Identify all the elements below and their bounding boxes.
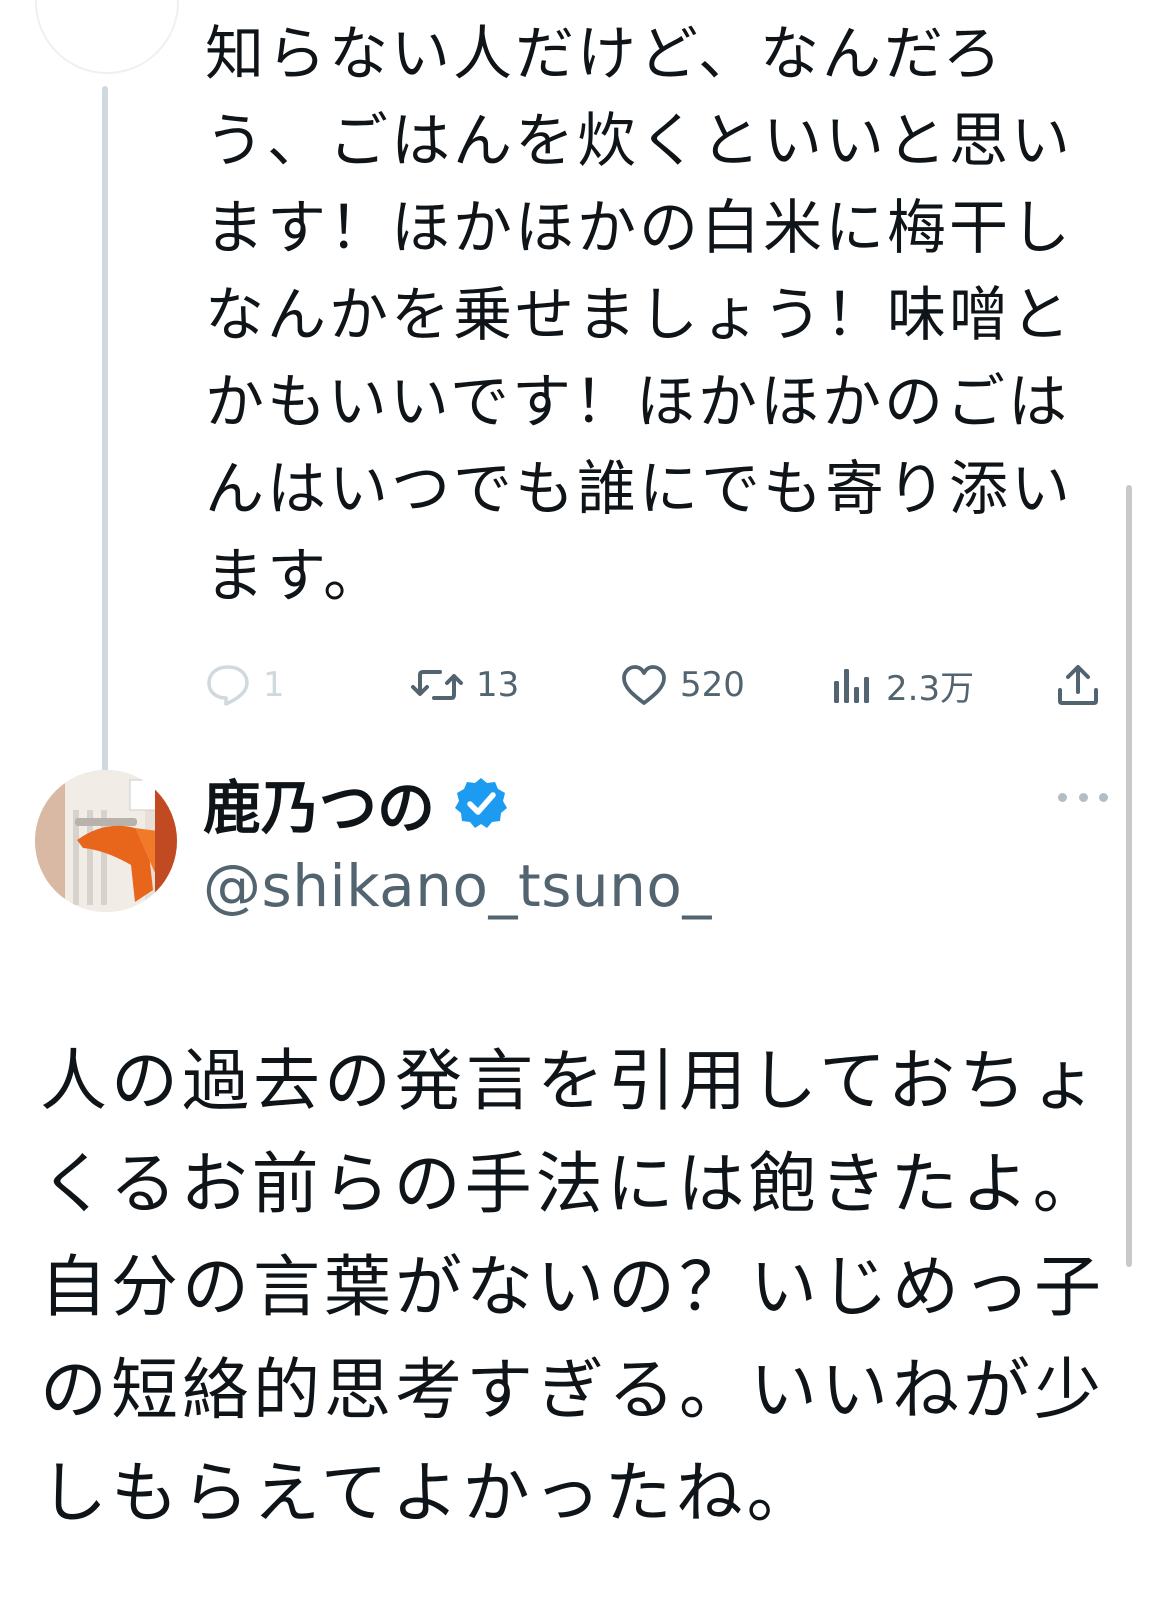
reply-tweet-text: 人の過去の発言を引用しておちょ くるお前らの手法には飽きたよ。 自分の言葉がないの？… [40, 1030, 1120, 1545]
reply-icon [205, 663, 251, 707]
retweet-button[interactable]: 13 [410, 655, 519, 715]
parent-tweet-text-line: なんかを乗せましょう！味噌と [205, 280, 1074, 349]
retweet-icon [410, 663, 464, 707]
parent-tweet-text-line: ます。 [205, 541, 386, 610]
reply-count: 1 [263, 665, 285, 705]
more-dots-icon[interactable] [1058, 782, 1108, 812]
avatar-image [35, 770, 177, 912]
reply-tweet-text-line: 人の過去の発言を引用しておちょ [40, 1042, 1101, 1120]
view-count: 2.3万 [886, 668, 975, 709]
views-button[interactable]: 2.3万 [830, 655, 974, 715]
reply-tweet-text-line: 自分の言葉がないの？いじめっ子 [40, 1248, 1105, 1326]
thread-connector-line [102, 86, 108, 774]
handle[interactable]: @shikano_tsuno_ [203, 852, 712, 920]
scrollbar[interactable] [1126, 485, 1132, 1267]
reply-author: 鹿乃つの [203, 765, 509, 842]
verified-badge-icon [453, 775, 509, 831]
parent-tweet-text-line: かもいいです！ほかほかのごは [205, 367, 1071, 436]
parent-tweet-text-line: ます！ほかほかの白米に梅干し [205, 193, 1074, 262]
views-chart-icon [830, 663, 874, 707]
reply-tweet-text-line: くるお前らの手法には飽きたよ。 [40, 1145, 1104, 1223]
parent-tweet-text-line: んはいつでも誰にでも寄り添い [205, 454, 1074, 523]
parent-avatar[interactable] [35, 0, 179, 74]
parent-tweet-text-line: 知らない人だけど、なんだろ [205, 19, 1005, 88]
reply-avatar[interactable] [35, 770, 177, 912]
display-name[interactable]: 鹿乃つの [203, 761, 435, 845]
reply-button[interactable]: 1 [205, 655, 285, 715]
reply-tweet-text-line: しもらえてよかったね。 [40, 1454, 818, 1532]
heart-icon [620, 663, 668, 707]
share-button[interactable] [1055, 655, 1101, 715]
parent-tweet-text-line: う、ごはんを炊くといいと思い [205, 106, 1074, 175]
share-icon [1055, 662, 1101, 708]
like-button[interactable]: 520 [620, 655, 745, 715]
parent-tweet-actions: 1 13 520 2.3万 [205, 655, 1130, 715]
parent-tweet-text: 知らない人だけど、なんだろ う、ごはんを炊くといいと思い ます！ほかほかの白米に梅干… [205, 10, 1110, 619]
retweet-count: 13 [476, 665, 520, 705]
like-count: 520 [680, 665, 745, 705]
reply-tweet-text-line: の短絡的思考すぎる。いいねが少 [40, 1351, 1105, 1429]
